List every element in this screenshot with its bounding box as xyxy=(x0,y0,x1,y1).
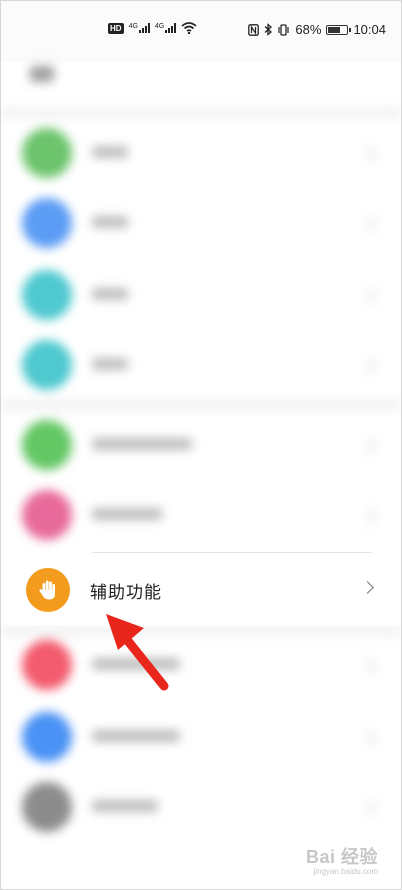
status-left-icons: HD 4G 4G xyxy=(108,22,197,34)
accessibility-label: 辅助功能 xyxy=(90,583,162,602)
status-right-icons: 68% 10:04 xyxy=(248,22,386,37)
list-item-blurred[interactable] xyxy=(0,772,402,842)
settings-icon xyxy=(22,712,72,762)
settings-icon xyxy=(22,640,72,690)
page-title-blurred xyxy=(30,66,54,82)
vibrate-icon xyxy=(278,23,290,36)
wifi-icon xyxy=(181,22,197,34)
settings-icon xyxy=(22,270,72,320)
settings-icon xyxy=(22,128,72,178)
battery-percent: 68% xyxy=(295,22,322,37)
battery-icon xyxy=(326,24,352,35)
list-item-blurred[interactable] xyxy=(0,702,402,772)
watermark-brand: Bai 经验 xyxy=(305,847,378,867)
signal-icon: 4G xyxy=(154,23,177,33)
divider xyxy=(0,108,402,118)
signal-icon: 4G xyxy=(129,23,150,33)
status-bar: HD 4G 4G 68% 10:04 xyxy=(0,0,402,62)
clock: 10:04 xyxy=(353,22,386,37)
sim2-network-label: 4G xyxy=(154,23,165,30)
list-item-blurred[interactable] xyxy=(0,480,402,550)
list-item-blurred[interactable] xyxy=(0,188,402,258)
nfc-icon xyxy=(248,23,260,36)
watermark-url: jingyan.baidu.com xyxy=(313,867,378,876)
list-item-blurred[interactable] xyxy=(0,330,402,400)
settings-icon xyxy=(22,782,72,832)
settings-icon xyxy=(22,490,72,540)
divider xyxy=(0,400,402,410)
list-item-blurred[interactable] xyxy=(0,630,402,700)
settings-icon xyxy=(22,340,72,390)
annotation-arrow-icon xyxy=(106,614,169,691)
hd-icon: HD xyxy=(108,22,124,34)
hand-icon xyxy=(26,568,70,612)
chevron-right-icon xyxy=(361,581,374,594)
settings-icon xyxy=(22,420,72,470)
accessibility-settings-item[interactable]: 辅助功能 xyxy=(0,553,402,625)
list-item-blurred[interactable] xyxy=(0,410,402,480)
list-item-blurred[interactable] xyxy=(0,118,402,188)
settings-icon xyxy=(22,198,72,248)
sim1-network-label: 4G xyxy=(128,23,138,30)
bluetooth-icon xyxy=(264,23,273,36)
list-item-blurred[interactable] xyxy=(0,260,402,330)
watermark: Bai 经验 jingyan.baidu.com xyxy=(306,843,378,876)
